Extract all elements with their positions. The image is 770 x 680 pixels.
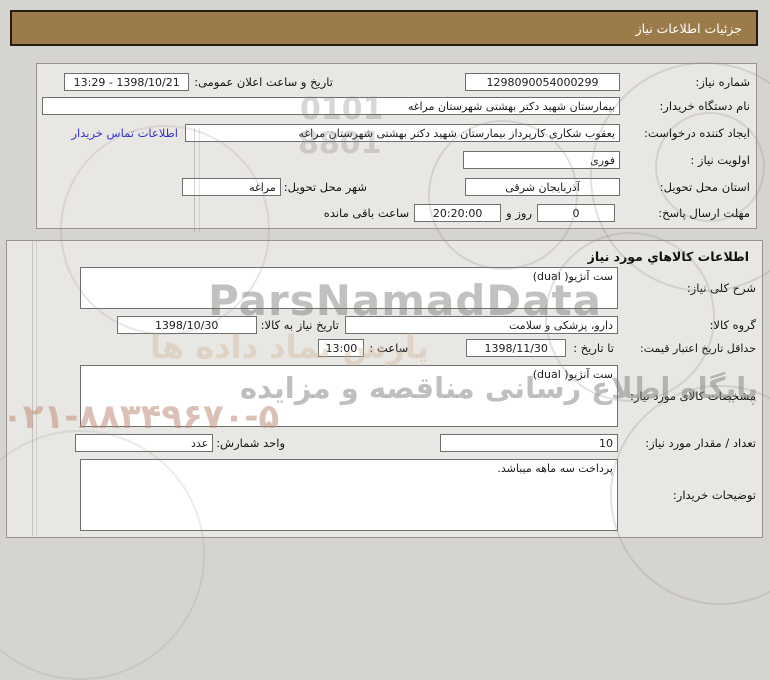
page-title: جزئیات اطلاعات نیاز xyxy=(635,20,742,36)
reply-deadline-row: مهلت ارسال پاسخ: 0 روز و 20:20:00 ساعت ب… xyxy=(43,203,750,223)
request-creator-value: یعقوب شکاری کارپرداز بیمارستان شهید دکتر… xyxy=(298,126,615,140)
quantity-label: تعداد / مقدار مورد نیاز: xyxy=(645,436,756,450)
goods-group-value: دارو، پزشکی و سلامت xyxy=(509,318,613,332)
buyer-org-field[interactable]: بیمارستان شهید دکتر بهشتی شهرستان مراغه xyxy=(42,97,620,115)
need-info-panel: شماره نیاز: 1298090054000299 تاریخ و ساع… xyxy=(36,63,757,229)
goods-info-panel: اطلاعات کالاهاي مورد نیاز شرح کلی نیاز: … xyxy=(6,240,763,538)
announce-datetime-label: تاریخ و ساعت اعلان عمومی: xyxy=(194,75,333,89)
deadline-time-field[interactable]: 20:20:00 xyxy=(414,204,502,222)
goods-group-row: گروه کالا: دارو، پزشکی و سلامت تاریخ نیا… xyxy=(13,315,756,335)
deadline-days-unit: روز و xyxy=(506,206,532,220)
page-title-bar: جزئیات اطلاعات نیاز xyxy=(10,10,758,46)
delivery-province-row: استان محل تحویل: آذربایجان شرقی شهر محل … xyxy=(43,177,750,197)
price-validity-row: حداقل تاریخ اعتبار قیمت: تا تاریخ : 1398… xyxy=(13,338,756,358)
goods-group-field[interactable]: دارو، پزشکی و سلامت xyxy=(345,316,618,334)
announce-datetime-field[interactable]: 13:29 - 1398/10/21 xyxy=(64,73,190,91)
announce-datetime-value: 13:29 - 1398/10/21 xyxy=(73,75,180,89)
priority-field[interactable]: فوری xyxy=(463,151,620,169)
buyer-org-row: نام دستگاه خریدار: بیمارستان شهید دکتر ب… xyxy=(42,96,750,116)
need-date-value: 1398/10/30 xyxy=(154,318,219,332)
general-desc-row: شرح کلی نیاز: ست آنژیو( dual) xyxy=(13,267,756,309)
deadline-days-value: 0 xyxy=(572,206,580,220)
goods-specs-label: مشخصات کالای مورد نیاز: xyxy=(629,389,756,403)
until-date-value: 1398/11/30 xyxy=(484,341,548,355)
need-details-page: { "title_bar": "جزئیات اطلاعات نیاز", "n… xyxy=(0,0,770,680)
hour-field[interactable]: 13:00 xyxy=(318,339,365,357)
until-date-label: تا تاریخ : xyxy=(573,341,614,355)
delivery-province-value: آذربایجان شرقی xyxy=(505,180,580,194)
count-unit-field[interactable]: عدد xyxy=(75,434,214,452)
delivery-city-value: مراغه xyxy=(249,180,276,194)
need-number-row: شماره نیاز: 1298090054000299 تاریخ و ساع… xyxy=(43,72,750,92)
need-date-label: تاریخ نیاز به کالا: xyxy=(260,318,339,332)
priority-row: اولویت نیاز : فوری xyxy=(43,150,750,170)
request-creator-label: ایجاد کننده درخواست: xyxy=(644,126,750,140)
deadline-suffix: ساعت باقی مانده xyxy=(323,206,410,220)
buyer-org-label: نام دستگاه خریدار: xyxy=(659,99,750,113)
general-desc-label: شرح کلی نیاز: xyxy=(686,281,756,295)
buyer-org-value: بیمارستان شهید دکتر بهشتی شهرستان مراغه xyxy=(407,99,615,113)
delivery-city-field[interactable]: مراغه xyxy=(181,178,281,196)
buyer-contact-link[interactable]: اطلاعات تماس خریدار xyxy=(71,126,178,140)
need-date-field[interactable]: 1398/10/30 xyxy=(116,316,257,334)
priority-value: فوری xyxy=(590,153,615,167)
priority-label: اولویت نیاز : xyxy=(690,153,750,167)
delivery-province-field[interactable]: آذربایجان شرقی xyxy=(465,178,620,196)
hour-label: ساعت : xyxy=(369,341,409,355)
count-unit-label: واحد شمارش: xyxy=(216,436,285,450)
delivery-province-label: استان محل تحویل: xyxy=(659,180,750,194)
quantity-field[interactable]: 10 xyxy=(440,434,618,452)
buyer-notes-value: پرداخت سه ماهه میباشد. xyxy=(497,462,613,475)
quantity-value: 10 xyxy=(599,436,613,450)
price-validity-label: حداقل تاریخ اعتبار قیمت: xyxy=(640,341,756,355)
buyer-notes-label: توضیحات خریدار: xyxy=(672,488,756,502)
need-number-value: 1298090054000299 xyxy=(486,75,599,89)
need-number-field[interactable]: 1298090054000299 xyxy=(465,73,620,91)
hour-value: 13:00 xyxy=(325,341,358,355)
goods-specs-field[interactable]: ست آنژیو( dual) xyxy=(80,365,618,427)
goods-info-header: اطلاعات کالاهاي مورد نیاز xyxy=(587,249,749,264)
goods-specs-row: مشخصات کالای مورد نیاز: ست آنژیو( dual) xyxy=(13,365,756,427)
general-desc-value: ست آنژیو( dual) xyxy=(532,270,613,283)
delivery-city-label: شهر محل تحویل: xyxy=(283,180,367,194)
need-number-label: شماره نیاز: xyxy=(695,75,750,89)
buyer-notes-field[interactable]: پرداخت سه ماهه میباشد. xyxy=(80,459,618,531)
goods-group-label: گروه کالا: xyxy=(709,318,756,332)
request-creator-field[interactable]: یعقوب شکاری کارپرداز بیمارستان شهید دکتر… xyxy=(185,124,620,142)
goods-specs-value: ست آنژیو( dual) xyxy=(532,368,613,381)
request-creator-row: ایجاد کننده درخواست: یعقوب شکاری کارپردا… xyxy=(43,123,750,143)
reply-deadline-label: مهلت ارسال پاسخ: xyxy=(658,206,750,220)
until-date-field[interactable]: 1398/11/30 xyxy=(466,339,567,357)
deadline-days-field[interactable]: 0 xyxy=(537,204,615,222)
count-unit-value: عدد xyxy=(190,436,209,450)
quantity-row: تعداد / مقدار مورد نیاز: 10 واحد شمارش: … xyxy=(13,433,756,453)
buyer-notes-row: توضیحات خریدار: پرداخت سه ماهه میباشد. xyxy=(13,459,756,531)
deadline-time-value: 20:20:00 xyxy=(432,206,483,220)
general-desc-field[interactable]: ست آنژیو( dual) xyxy=(80,267,618,309)
